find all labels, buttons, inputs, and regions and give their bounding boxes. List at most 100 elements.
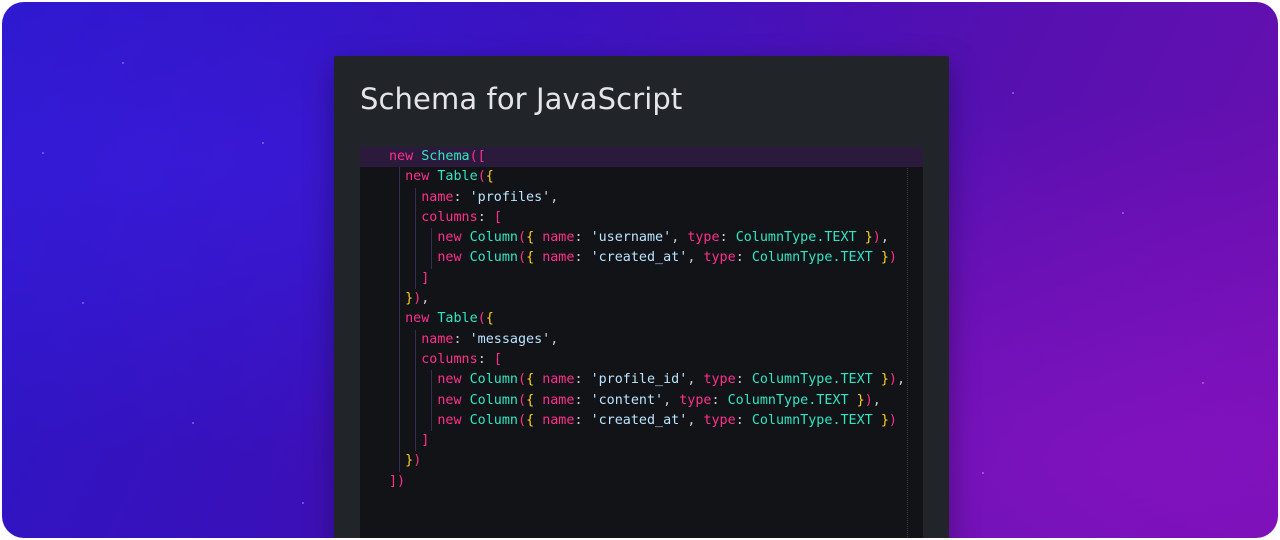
code-token: type: [703, 250, 736, 266]
code-token: Table: [437, 311, 478, 327]
code-line: ]: [360, 431, 923, 452]
code-token: ,: [687, 372, 704, 388]
code-token: columns: [389, 351, 478, 367]
code-token: ]: [389, 270, 430, 286]
indent-guide: [415, 410, 417, 432]
code-token: .TEXT: [832, 250, 881, 266]
code-token: Column: [469, 372, 518, 388]
code-token: ,: [550, 331, 559, 347]
code-line: columns: [: [360, 207, 923, 229]
code-token: name: [542, 412, 575, 428]
indent-guide: [399, 248, 401, 269]
code-token: (: [518, 372, 527, 388]
code-line: new Column({ name: 'content', type: Colu…: [360, 390, 923, 411]
code-token: ,: [550, 189, 559, 205]
code-token: Table: [437, 169, 478, 185]
code-token: new: [389, 372, 470, 388]
code-token: ,: [880, 230, 889, 246]
code-token: Schema: [421, 149, 470, 164]
code-token: name: [542, 230, 575, 246]
code-token: 'content': [590, 392, 664, 408]
code-token: [: [493, 209, 502, 225]
code-token: 'created_at': [590, 250, 688, 266]
code-token: Column: [469, 392, 518, 408]
code-card: Schema for JavaScript new Schema([ new T…: [334, 56, 949, 538]
indent-guide: [415, 349, 417, 371]
code-token: ColumnType: [727, 392, 809, 408]
code-token: (: [518, 412, 527, 428]
code-line: new Schema([: [360, 147, 923, 168]
code-token: ]: [389, 433, 430, 449]
code-token: {: [526, 412, 543, 428]
card-title: Schema for JavaScript: [360, 82, 683, 116]
code-token: {: [526, 230, 543, 246]
code-block: new Schema([ new Table({ name: 'profiles…: [360, 147, 923, 492]
code-token: ): [888, 372, 897, 388]
indent-guide: [415, 207, 417, 229]
code-token: ,: [872, 392, 881, 408]
code-token: }: [864, 230, 873, 246]
indent-guide: [399, 268, 401, 290]
code-line: new Column({ name: 'created_at', type: C…: [360, 248, 923, 269]
code-token: (: [518, 250, 527, 266]
code-token: new: [389, 169, 438, 185]
code-token: columns: [389, 209, 478, 225]
code-token: 'created_at': [590, 412, 688, 428]
code-line: columns: [: [360, 349, 923, 371]
indent-guide: [399, 329, 401, 350]
code-line: new Column({ name: 'profile_id', type: C…: [360, 370, 923, 391]
indent-guide: [415, 431, 417, 452]
indent-guide: [399, 187, 401, 208]
indent-guide: [431, 390, 433, 411]
code-line: ]): [360, 472, 923, 492]
code-token: :: [719, 230, 736, 246]
code-token: 'profiles': [469, 189, 551, 205]
code-token: :: [453, 331, 470, 347]
code-token: ,: [896, 372, 905, 388]
code-token: ,: [687, 250, 704, 266]
indent-guide: [415, 390, 417, 411]
code-token: :: [711, 392, 728, 408]
code-token: ,: [671, 230, 688, 246]
code-token: type: [687, 230, 720, 246]
code-token: :: [477, 351, 494, 367]
code-line: }): [360, 451, 923, 472]
indent-guide: [399, 207, 401, 229]
code-token: ,: [421, 291, 430, 307]
code-token: ): [888, 250, 897, 266]
indent-guide: [431, 248, 433, 269]
code-token: }: [880, 412, 889, 428]
code-token: ): [872, 230, 881, 246]
hero-banner: Schema for JavaScript new Schema([ new T…: [2, 2, 1278, 538]
indent-guide: [399, 390, 401, 411]
code-token: 'username': [590, 230, 672, 246]
indent-guide: [399, 289, 401, 310]
indent-guide: [415, 187, 417, 208]
indent-guide: [431, 370, 433, 391]
code-token: (: [518, 392, 527, 408]
code-token: new: [389, 311, 438, 327]
code-token: new: [389, 230, 470, 246]
indent-guide: [399, 309, 401, 330]
code-line: name: 'messages',: [360, 329, 923, 350]
code-token: new: [389, 149, 422, 164]
code-token: .TEXT: [808, 392, 857, 408]
code-token: }: [880, 372, 889, 388]
code-token: ,: [663, 392, 680, 408]
indent-guide: [431, 410, 433, 432]
indent-guide: [399, 410, 401, 432]
code-token: 'profile_id': [590, 372, 688, 388]
code-token: :: [574, 230, 591, 246]
code-token: name: [542, 372, 575, 388]
code-editor[interactable]: new Schema([ new Table({ name: 'profiles…: [360, 147, 923, 538]
code-token: ColumnType: [735, 230, 817, 246]
code-token: name: [542, 392, 575, 408]
code-token: :: [574, 372, 591, 388]
code-token: .TEXT: [832, 412, 881, 428]
indent-guide: [399, 167, 401, 188]
code-token: :: [574, 412, 591, 428]
indent-guide: [399, 451, 401, 472]
code-token: new: [389, 250, 470, 266]
code-token: type: [679, 392, 712, 408]
code-token: ColumnType: [751, 250, 833, 266]
